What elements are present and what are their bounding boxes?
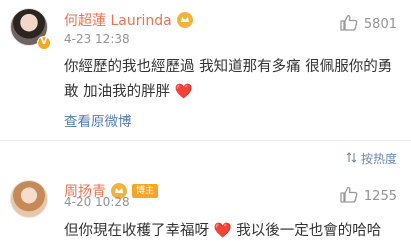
author-badge: 博主	[132, 184, 159, 198]
like-count: 5801	[363, 17, 397, 32]
comment-text-part: 你經歷的我也經歷過 我知道那有多痛 很佩服你的勇敢 加油我的胖胖	[64, 59, 393, 100]
like-button[interactable]: 1255	[340, 186, 397, 207]
timestamp: 4-20 10:28	[64, 195, 130, 209]
level-badge-icon	[176, 12, 193, 28]
divider	[0, 140, 411, 141]
comment-text-part: 我以後一定也會的哈哈	[231, 223, 382, 239]
comment-text-part: 但你現在收穫了幸福呀	[64, 223, 214, 239]
like-count: 1255	[363, 189, 397, 204]
username[interactable]: 何超蓮 Laurinda	[64, 10, 172, 30]
sort-icon	[346, 151, 357, 166]
avatar[interactable]	[10, 180, 48, 218]
comment-item: 周扬青 博主 4-20 10:28 1255 但你現在收穫了幸福呀 ❤️ 我以後…	[0, 170, 411, 247]
sort-label: 按热度	[360, 152, 397, 166]
timestamp: 4-23 12:38	[64, 32, 130, 46]
sort-toggle[interactable]: 按热度	[346, 150, 397, 167]
comment-item: V 何超蓮 Laurinda 4-23 12:38 5801 你經歷的我也經歷過…	[0, 0, 411, 140]
thumbs-up-icon	[340, 186, 358, 207]
view-original-link[interactable]: 查看原微博	[64, 110, 132, 130]
thumbs-up-icon	[340, 14, 358, 35]
like-button[interactable]: 5801	[340, 14, 397, 35]
comment-text: 你經歷的我也經歷過 我知道那有多痛 很佩服你的勇敢 加油我的胖胖 ❤️	[64, 55, 397, 105]
comment-text: 但你現在收穫了幸福呀 ❤️ 我以後一定也會的哈哈	[64, 219, 397, 244]
verified-v-icon: V	[37, 36, 51, 50]
heart-icon: ❤️	[213, 223, 232, 239]
user-row: 何超蓮 Laurinda	[64, 10, 193, 30]
heart-icon: ❤️	[174, 84, 193, 100]
